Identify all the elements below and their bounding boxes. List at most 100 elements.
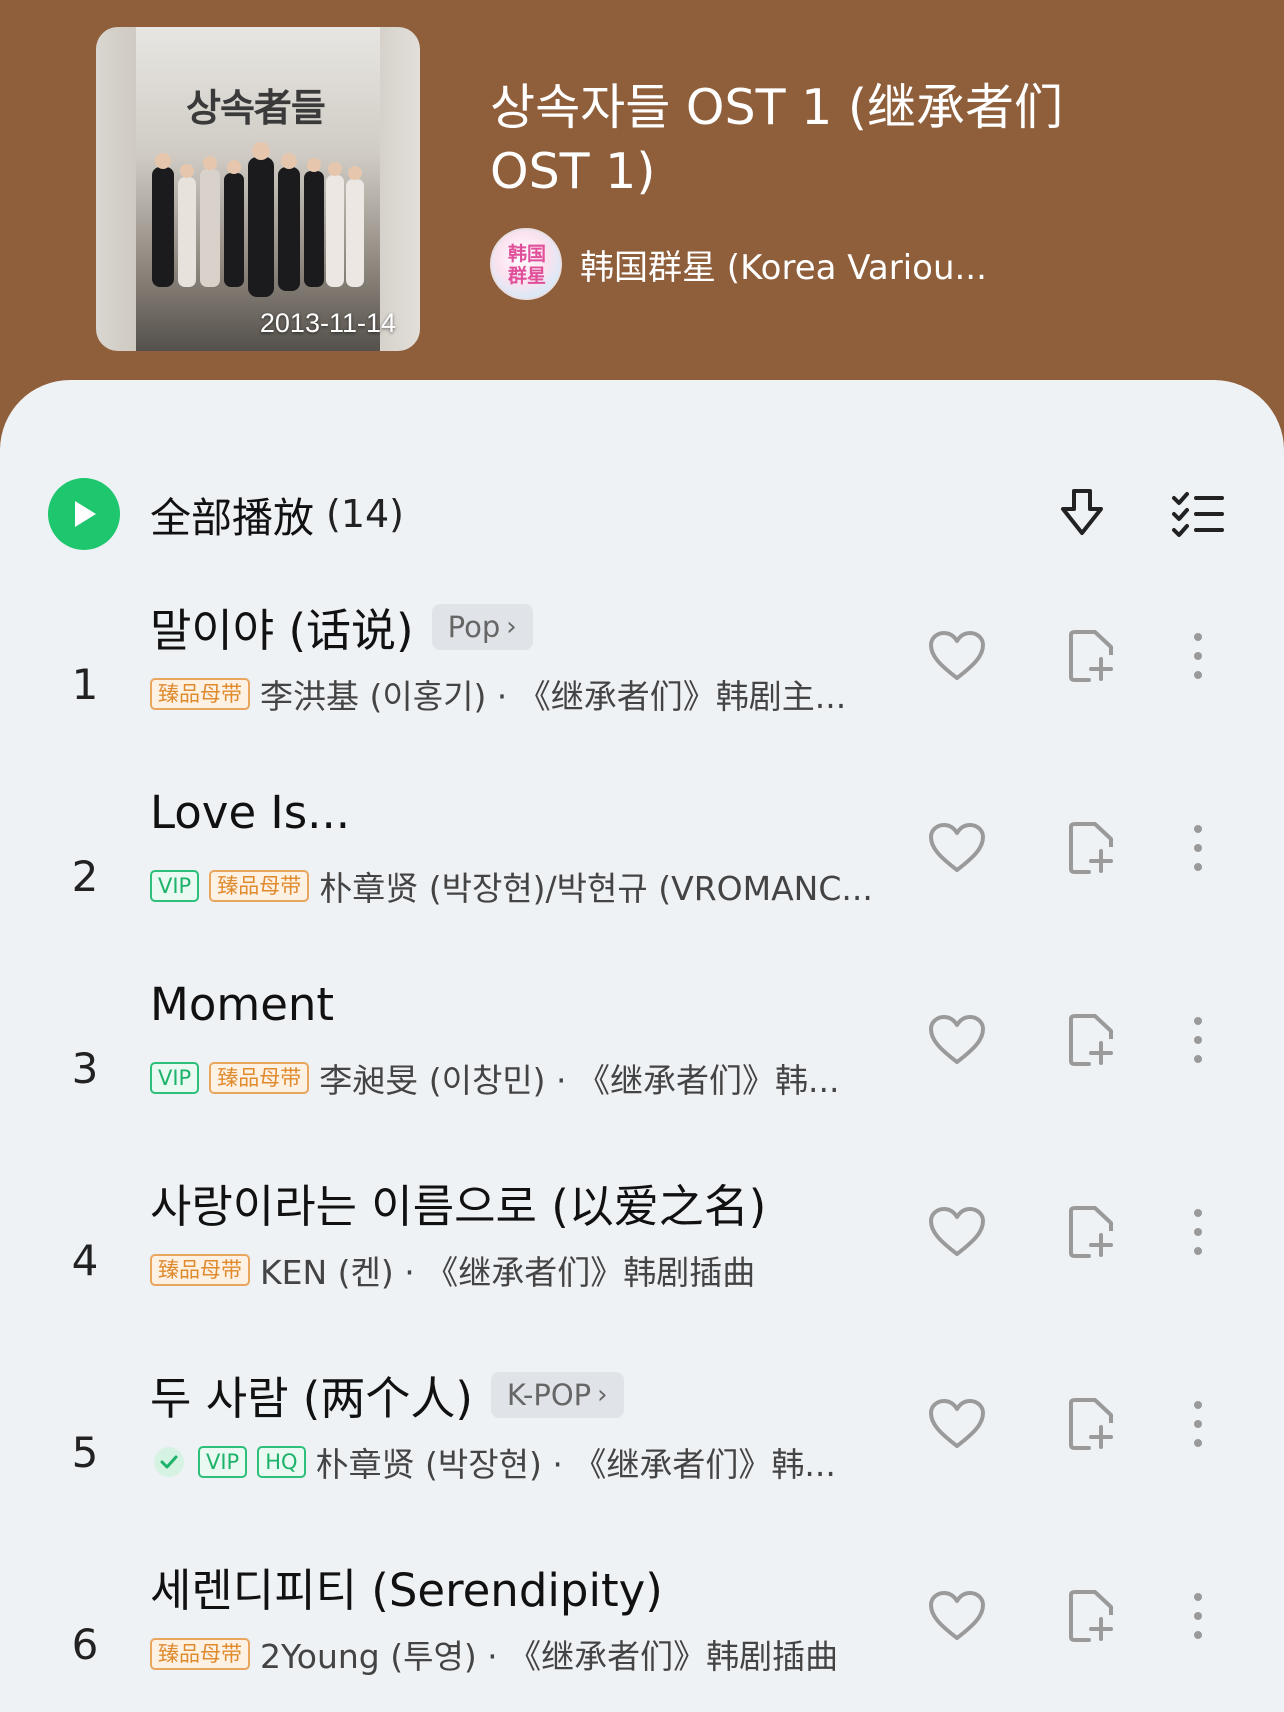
add-to-playlist-icon: [1065, 1589, 1115, 1647]
multi-select-button[interactable]: [1168, 478, 1228, 550]
track-title[interactable]: 말이야 (话说) Pop ›: [150, 594, 533, 659]
vip-badge: VIP: [198, 1446, 248, 1478]
track-number: 6: [71, 1620, 99, 1669]
chevron-right-icon: ›: [597, 1379, 608, 1410]
more-vertical-icon: [1192, 631, 1204, 685]
track-title-text: 말이야 (话说): [150, 604, 414, 657]
master-tape-badge: 臻品母带: [209, 870, 310, 902]
more-options-button[interactable]: [1166, 1202, 1230, 1266]
track-artist-album: 李洪基 (이홍기) · 《继承者们》韩剧主...: [260, 677, 847, 716]
master-tape-badge: 臻品母带: [209, 1062, 310, 1094]
downloaded-check-icon: [154, 1447, 184, 1477]
add-to-playlist-button[interactable]: [1058, 1586, 1122, 1650]
track-row[interactable]: 4 사랑이라는 이름으로 (以爱之名) 臻品母带 KEN (켄) · 《继承者们》韩剧…: [0, 1156, 1284, 1346]
play-all-label[interactable]: 全部播放: [150, 484, 314, 544]
chevron-right-icon: ›: [506, 611, 517, 642]
like-button[interactable]: [925, 818, 989, 882]
artist-link[interactable]: 韩国群星 韩国群星 (Korea Variou...: [490, 228, 987, 300]
genre-tag[interactable]: K-POP ›: [490, 1371, 624, 1418]
master-tape-badge: 臻品母带: [150, 1254, 250, 1286]
add-to-playlist-button[interactable]: [1058, 1202, 1122, 1266]
track-artist-album: 朴章贤 (박장현)/박현규 (VROMANC...: [319, 869, 873, 908]
like-button[interactable]: [925, 1394, 989, 1458]
add-to-playlist-icon: [1065, 821, 1115, 879]
more-options-button[interactable]: [1166, 626, 1230, 690]
track-meta: 臻品母带 李洪基 (이홍기) · 《继承者们》韩剧主...: [150, 670, 846, 718]
track-row[interactable]: 3 Moment VIP 臻品母带 李昶旻 (이창민) · 《继承者们》韩...: [0, 964, 1284, 1154]
vip-badge: VIP: [150, 870, 200, 902]
track-title[interactable]: Moment: [150, 978, 334, 1031]
track-meta: VIP HQ 朴章贤 (박장현) · 《继承者们》韩...: [150, 1438, 836, 1486]
track-row[interactable]: 1 말이야 (话说) Pop › 臻品母带 李洪基 (이홍기) · 《继承者们》韩剧主..…: [0, 580, 1284, 770]
more-vertical-icon: [1192, 1591, 1204, 1645]
master-tape-badge: 臻品母带: [150, 1638, 250, 1670]
track-artist-album: 朴章贤 (박장현) · 《继承者们》韩...: [315, 1445, 836, 1484]
more-options-button[interactable]: [1166, 818, 1230, 882]
track-row[interactable]: 5 두 사람 (两个人) K-POP › VIP HQ 朴章贤 (박장현) · 《继承者们》…: [0, 1348, 1284, 1538]
heart-icon: [928, 1398, 986, 1454]
add-to-playlist-button[interactable]: [1058, 818, 1122, 882]
track-title[interactable]: 두 사람 (两个人) K-POP ›: [150, 1362, 624, 1427]
add-to-playlist-button[interactable]: [1058, 1394, 1122, 1458]
play-all-button[interactable]: [48, 478, 120, 550]
track-number: 5: [71, 1428, 99, 1477]
track-artist-album: KEN (켄) · 《继承者们》韩剧插曲: [260, 1253, 756, 1292]
like-button[interactable]: [925, 1010, 989, 1074]
track-title[interactable]: 세렌디피티 (Serendipity): [150, 1554, 663, 1619]
cover-cast-image: [152, 142, 364, 297]
play-all-bar: 全部播放 (14): [48, 478, 1238, 550]
track-title-text: 두 사람 (两个人): [150, 1372, 473, 1425]
download-icon: [1061, 489, 1103, 535]
add-to-playlist-button[interactable]: [1058, 626, 1122, 690]
release-date: 2013-11-14: [259, 308, 396, 338]
like-button[interactable]: [925, 626, 989, 690]
like-button[interactable]: [925, 1586, 989, 1650]
add-to-playlist-button[interactable]: [1058, 1010, 1122, 1074]
track-row[interactable]: 2 Love Is... VIP 臻品母带 朴章贤 (박장현)/박현규 (VROMANC…: [0, 772, 1284, 962]
play-icon: [75, 501, 96, 527]
track-title-text: 세렌디피티 (Serendipity): [150, 1564, 663, 1617]
track-meta: VIP 臻品母带 李昶旻 (이창민) · 《继承者们》韩...: [150, 1054, 840, 1102]
track-artist-album: 李昶旻 (이창민) · 《继承者们》韩...: [319, 1061, 840, 1100]
download-button[interactable]: [1052, 478, 1112, 550]
add-to-playlist-icon: [1065, 1205, 1115, 1263]
heart-icon: [928, 1014, 986, 1070]
like-button[interactable]: [925, 1202, 989, 1266]
track-number: 2: [71, 852, 99, 901]
track-row[interactable]: 6 세렌디피티 (Serendipity) 臻品母带 2Young (투영) · 《继…: [0, 1540, 1284, 1712]
track-number: 4: [71, 1236, 99, 1285]
more-options-button[interactable]: [1166, 1010, 1230, 1074]
track-number: 3: [71, 1044, 99, 1093]
artist-name[interactable]: 韩国群星 (Korea Variou...: [580, 240, 987, 289]
hq-badge: HQ: [257, 1446, 306, 1478]
cover-title: 상속者들: [186, 85, 326, 130]
more-vertical-icon: [1192, 1399, 1204, 1453]
album-header: 상속者들 2013-11-14 상속자들 OST 1 (继承者们 OST 1): [0, 0, 1284, 400]
track-meta: 臻品母带 KEN (켄) · 《继承者们》韩剧插曲: [150, 1246, 755, 1294]
track-title[interactable]: Love Is...: [150, 786, 350, 839]
more-vertical-icon: [1192, 1015, 1204, 1069]
track-title-text: 사랑이라는 이름으로 (以爱之名): [150, 1180, 767, 1233]
add-to-playlist-icon: [1065, 629, 1115, 687]
vip-badge: VIP: [150, 1062, 200, 1094]
heart-icon: [928, 1590, 986, 1646]
artist-avatar[interactable]: 韩国群星: [490, 228, 562, 300]
genre-label: K-POP: [506, 1377, 592, 1412]
more-options-button[interactable]: [1166, 1586, 1230, 1650]
more-vertical-icon: [1192, 1207, 1204, 1261]
track-title-text: Love Is...: [150, 786, 351, 839]
heart-icon: [928, 630, 986, 686]
album-title: 상속자들 OST 1 (继承者们 OST 1): [490, 79, 1063, 200]
add-to-playlist-icon: [1065, 1397, 1115, 1455]
track-artist-album: 2Young (투영) · 《继承者们》韩剧插曲: [260, 1637, 839, 1676]
heart-icon: [928, 1206, 986, 1262]
album-cover[interactable]: 상속者들 2013-11-14: [96, 27, 420, 351]
heart-icon: [928, 822, 986, 878]
more-vertical-icon: [1192, 823, 1204, 877]
track-number: 1: [71, 660, 99, 709]
more-options-button[interactable]: [1166, 1394, 1230, 1458]
track-meta: VIP 臻品母带 朴章贤 (박장현)/박현규 (VROMANC...: [150, 862, 873, 910]
track-title[interactable]: 사랑이라는 이름으로 (以爱之名): [150, 1170, 766, 1235]
genre-tag[interactable]: Pop ›: [431, 603, 533, 650]
master-tape-badge: 臻品母带: [150, 678, 250, 710]
